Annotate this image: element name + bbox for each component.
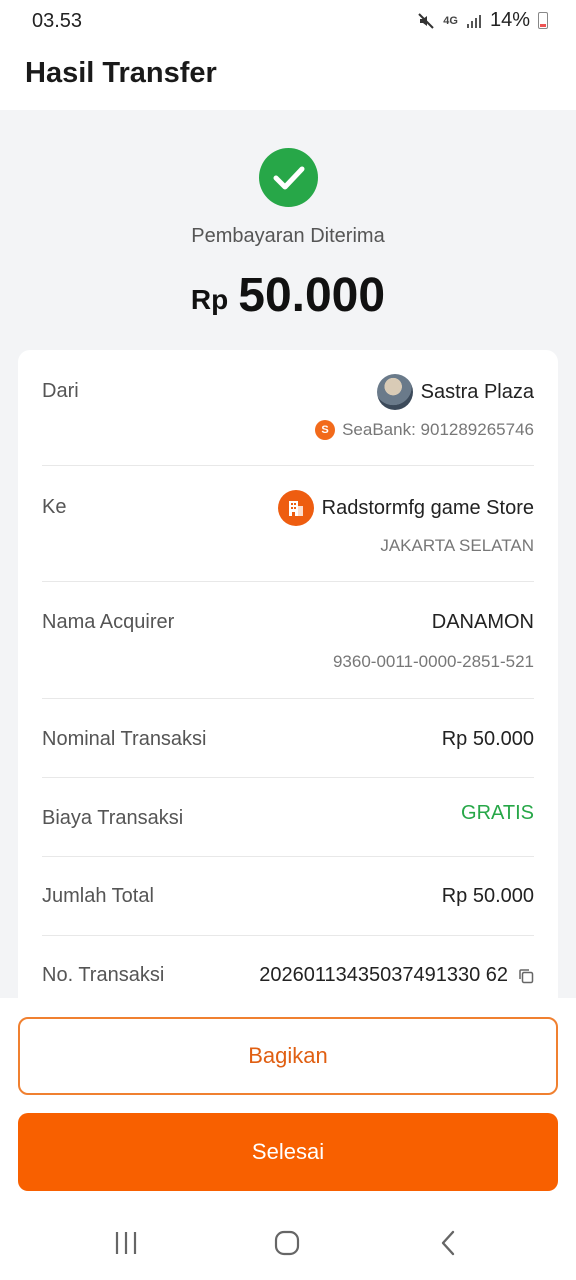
detail-row-acquirer: Nama Acquirer DANAMON 9360-0011-0000-285… (42, 611, 534, 691)
acquirer-label: Nama Acquirer (42, 611, 175, 633)
mute-icon (418, 12, 434, 29)
signal-icon (466, 14, 481, 28)
status-time: 03.53 (32, 10, 83, 32)
detail-row-nominal: Nominal Transaksi Rp 50.000 (42, 728, 534, 758)
amount-currency: Rp (190, 284, 229, 315)
battery-icon (538, 12, 548, 29)
from-label: Dari (42, 380, 79, 402)
transfer-amount: Rp 50.000 (0, 268, 576, 323)
divider (42, 935, 534, 936)
recent-apps-icon[interactable] (114, 1230, 138, 1256)
from-account: SeaBank: 901289265746 (342, 420, 534, 439)
seabank-icon: S (315, 420, 336, 440)
from-name-wrap: Sastra Plaza (376, 374, 534, 410)
from-account-wrap: S SeaBank: 901289265746 (315, 420, 534, 440)
to-name: Radstormfg game Store (321, 496, 534, 519)
from-name: Sastra Plaza (420, 380, 534, 403)
transaction-no-wrap: 20260113435037491330 62 (259, 964, 534, 987)
app-header: Hasil Transfer (0, 42, 576, 110)
back-icon[interactable] (438, 1230, 458, 1256)
divider (42, 465, 534, 466)
status-icons: 4G 14% (417, 9, 548, 32)
to-label: Ke (42, 496, 67, 518)
divider (42, 581, 534, 582)
copy-icon[interactable] (518, 968, 534, 984)
payment-status: Pembayaran Diterima (191, 225, 385, 247)
acquirer-name: DANAMON (431, 611, 534, 633)
divider (42, 698, 534, 699)
detail-row-from: Dari Sastra Plaza S SeaBank: 90128926574… (42, 374, 534, 468)
home-icon[interactable] (274, 1230, 300, 1256)
store-building-icon (277, 490, 314, 526)
fee-value: GRATIS (461, 802, 534, 824)
transaction-details-card: Dari Sastra Plaza S SeaBank: 90128926574… (18, 350, 558, 1050)
transaction-no-label: No. Transaksi (42, 964, 165, 986)
to-location: JAKARTA SELATAN (380, 536, 534, 555)
page-title: Hasil Transfer (25, 57, 217, 89)
detail-row-to: Ke Radstormfg game Store JAKARTA SELATAN (42, 490, 534, 584)
network-type: 4G (443, 14, 458, 27)
amount-value: 50.000 (238, 269, 386, 322)
total-label: Jumlah Total (42, 885, 154, 907)
nominal-value: Rp 50.000 (441, 728, 534, 750)
detail-row-fee: Biaya Transaksi GRATIS (42, 802, 534, 836)
status-bar: 03.53 4G 14% (0, 0, 576, 42)
transaction-no-value: 20260113435037491330 62 (259, 964, 508, 986)
avatar (376, 374, 413, 410)
divider (42, 777, 534, 778)
to-name-wrap: Radstormfg game Store (277, 490, 534, 526)
share-button[interactable]: Bagikan (18, 1017, 558, 1095)
system-nav-bar (0, 1208, 576, 1280)
detail-row-transaction-no: No. Transaksi 20260113435037491330 62 (42, 964, 534, 994)
nominal-label: Nominal Transaksi (42, 728, 207, 750)
check-circle-icon (259, 148, 318, 207)
done-button[interactable]: Selesai (18, 1113, 558, 1191)
acquirer-id: 9360-0011-0000-2851-521 (332, 652, 534, 671)
battery-percent: 14% (489, 9, 530, 31)
total-value: Rp 50.000 (441, 885, 534, 907)
fee-label: Biaya Transaksi (42, 807, 184, 829)
detail-row-total: Jumlah Total Rp 50.000 (42, 885, 534, 915)
divider (42, 856, 534, 857)
